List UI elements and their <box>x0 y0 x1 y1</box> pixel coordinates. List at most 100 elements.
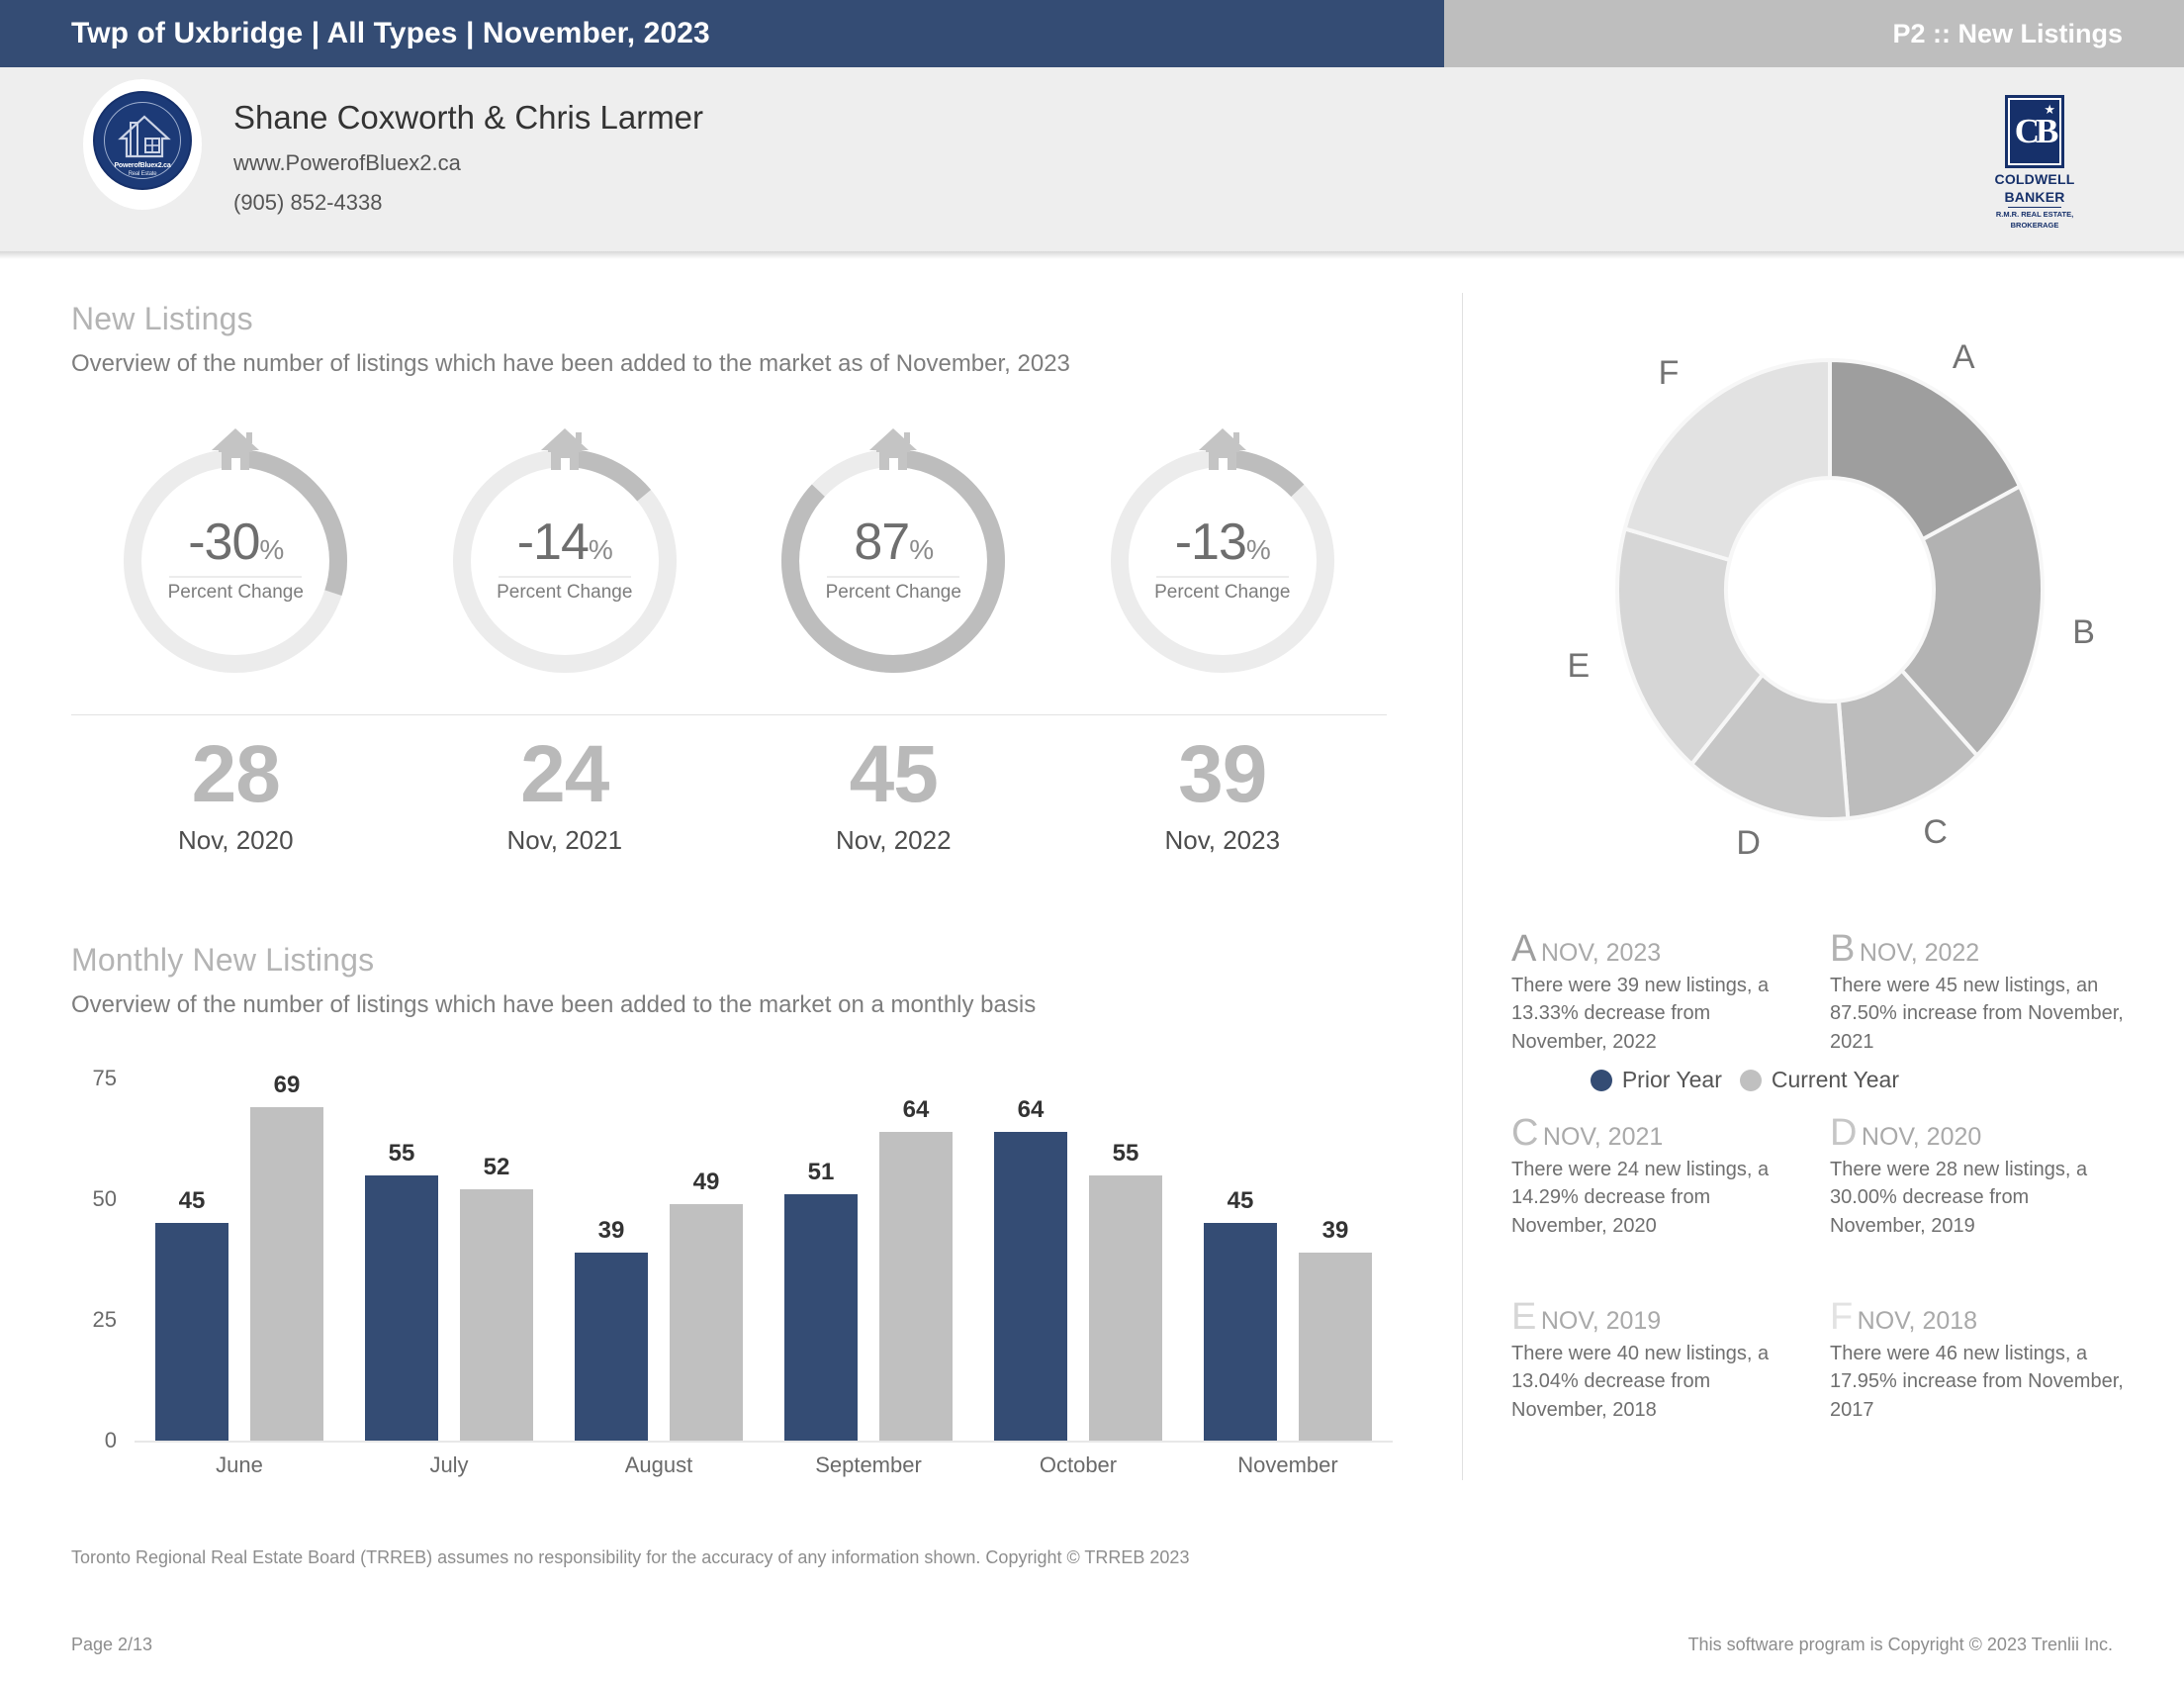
new-listings-subtitle: Overview of the number of listings which… <box>71 350 1070 377</box>
cb-monogram: CB <box>2014 112 2059 150</box>
house-logo-icon <box>118 115 171 158</box>
donut-svg <box>1615 357 2045 821</box>
house-icon <box>540 428 589 470</box>
detail-block-F: F NOV, 2018 There were 46 new listings, a… <box>1830 1298 2127 1424</box>
detail-header: A NOV, 2023 <box>1511 930 1808 968</box>
detail-header: F NOV, 2018 <box>1830 1298 2127 1336</box>
donut-label-C: C <box>1923 812 1948 851</box>
gauge-label: Percent Change <box>825 582 961 603</box>
chart-baseline <box>135 1441 1393 1443</box>
plot-area: 45 69 55 52 39 49 51 64 64 55 45 39 <box>135 1072 1393 1441</box>
detail-period: NOV, 2018 <box>1857 1307 1978 1335</box>
detail-period: NOV, 2020 <box>1861 1123 1982 1151</box>
donut-label-D: D <box>1736 823 1761 862</box>
year-total-label: Nov, 2020 <box>177 825 294 855</box>
gauge-divider <box>71 714 1387 715</box>
bar-group: 55 52 <box>344 1078 554 1441</box>
bar-value-label: 69 <box>273 1072 301 1099</box>
x-axis-label: November <box>1237 1452 1338 1477</box>
bar-rect <box>994 1131 1067 1441</box>
year-totals-row: 28 Nov, 2020 24 Nov, 2021 45 Nov, 2022 39 Nov, … <box>71 734 1387 892</box>
x-axis-label: June <box>216 1452 263 1477</box>
bar-value-label: 49 <box>692 1168 720 1195</box>
year-total-1: 28 Nov, 2020 <box>112 734 359 856</box>
bar-rect <box>250 1107 323 1441</box>
legend-label: Current Year <box>1771 1067 1899 1092</box>
bar-rect <box>1089 1174 1162 1441</box>
brokerage-name-line2: BANKER <box>2004 189 2065 206</box>
house-icon <box>869 428 918 470</box>
monthly-bar-chart: 0 25 50 75 45 69 55 52 39 49 51 64 64 55 45 39 June Jul… <box>71 1066 1393 1477</box>
y-tick: 50 <box>92 1186 117 1211</box>
detail-letter: D <box>1830 1112 1858 1154</box>
gauge-label: Percent Change <box>1154 582 1291 603</box>
bar-group: 39 49 <box>554 1078 764 1441</box>
year-total-label: Nov, 2021 <box>506 825 623 855</box>
column-divider <box>1462 293 1463 1480</box>
bar-value-label: 64 <box>1017 1095 1045 1123</box>
year-total-4: 39 Nov, 2023 <box>1099 734 1346 856</box>
x-axis-label: July <box>429 1452 469 1477</box>
year-total-value: 28 <box>191 729 281 819</box>
gauge-value: -30% <box>188 514 284 571</box>
legend-item-2[interactable]: Current Year <box>1739 1067 1899 1093</box>
bar-group: 51 64 <box>764 1078 973 1441</box>
page-title: Twp of Uxbridge | All Types | November, … <box>71 17 710 49</box>
bar-rect <box>784 1194 858 1441</box>
detail-header: C NOV, 2021 <box>1511 1114 1808 1152</box>
donut-label-E: E <box>1567 646 1591 685</box>
donut-chart: A B C D E F <box>1503 313 2156 867</box>
y-tick: 0 <box>104 1428 117 1452</box>
bar-rect <box>460 1189 533 1441</box>
detail-block-D: D NOV, 2020 There were 28 new listings, a… <box>1830 1114 2127 1240</box>
year-total-3: 45 Nov, 2022 <box>770 734 1017 856</box>
gauge-4: -13% Percent Change <box>1099 425 1346 685</box>
band-shadow <box>0 251 2184 259</box>
detail-text: There were 28 new listings, a 30.00% dec… <box>1830 1159 2088 1237</box>
bar-group: 45 39 <box>1183 1078 1393 1441</box>
donut-label-B: B <box>2072 612 2095 651</box>
gauge-3: 87% Percent Change <box>770 425 1017 685</box>
bar-value-label: 55 <box>388 1139 415 1167</box>
gauge-label: Percent Change <box>167 582 304 603</box>
page-number: Page 2/13 <box>71 1635 153 1654</box>
legend-swatch <box>1739 1069 1762 1091</box>
monthly-subtitle: Overview of the number of listings which… <box>71 991 1037 1018</box>
agent-name: Shane Coxworth & Chris Larmer <box>233 99 704 136</box>
brokerage-sub-line1: R.M.R. REAL ESTATE, <box>1995 209 2074 219</box>
detail-block-E: E NOV, 2019 There were 40 new listings, a… <box>1511 1298 1808 1424</box>
year-total-value: 39 <box>1178 729 1267 819</box>
detail-letter: C <box>1511 1112 1539 1154</box>
software-copyright: This software program is Copyright © 202… <box>1687 1635 2113 1654</box>
detail-period: NOV, 2019 <box>1540 1307 1662 1335</box>
bar-rect <box>365 1174 438 1441</box>
logo-seal: PowerofBluex2.ca Real Estate <box>93 91 192 190</box>
gauge-rule <box>498 576 631 578</box>
legend-item-1[interactable]: Prior Year <box>1590 1067 1722 1093</box>
year-total-value: 24 <box>520 729 609 819</box>
bar-rect <box>1299 1252 1372 1441</box>
detail-period: NOV, 2021 <box>1542 1123 1664 1151</box>
bar-rect <box>575 1252 648 1441</box>
legend-label: Prior Year <box>1621 1067 1722 1092</box>
gauge-rule <box>827 576 960 578</box>
donut-segment-F[interactable] <box>1622 357 1832 563</box>
gauge-label: Percent Change <box>497 582 633 603</box>
gauge-value: -14% <box>516 514 613 571</box>
house-icon <box>212 428 260 470</box>
star-icon: ★ <box>2044 102 2055 117</box>
bar-value-label: 45 <box>1227 1187 1254 1215</box>
detail-text: There were 24 new listings, a 14.29% dec… <box>1511 1159 1770 1237</box>
detail-letter: E <box>1511 1296 1537 1338</box>
top-header-bar: Twp of Uxbridge | All Types | November, … <box>0 0 2184 67</box>
disclaimer-text: Toronto Regional Real Estate Board (TRRE… <box>71 1547 1190 1567</box>
agent-website[interactable]: www.PowerofBluex2.ca <box>233 150 461 176</box>
gauge-value: 87% <box>854 514 934 571</box>
y-axis: 0 25 50 75 <box>71 1066 127 1452</box>
bar-rect <box>670 1203 743 1441</box>
logo-seal-text: PowerofBluex2.ca <box>114 162 171 169</box>
detail-header: B NOV, 2022 <box>1830 930 2127 968</box>
brokerage-name-line1: COLDWELL <box>1994 171 2075 187</box>
bar-rect <box>155 1223 228 1441</box>
agent-phone[interactable]: (905) 852-4338 <box>233 190 382 216</box>
